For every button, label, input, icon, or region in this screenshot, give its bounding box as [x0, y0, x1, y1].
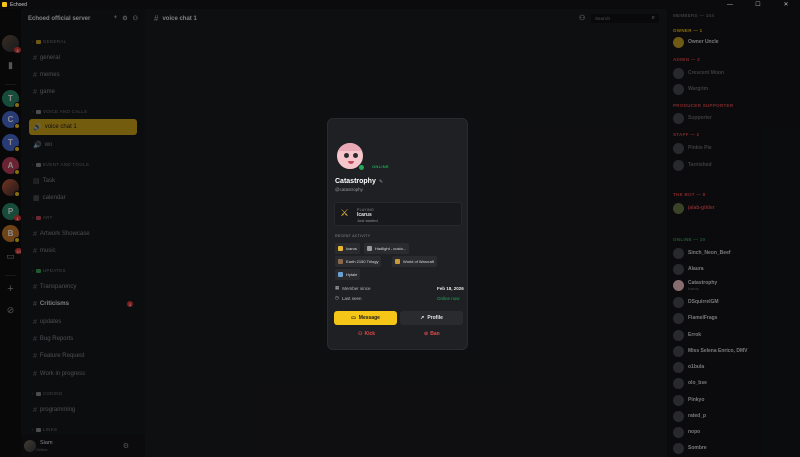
profile-button[interactable]: ↗ Profile	[400, 311, 463, 325]
online-status-dot	[358, 164, 365, 171]
calendar-icon: ▦	[335, 285, 340, 290]
last-seen-row: ◷ Last seen Online now	[335, 295, 460, 301]
ban-button[interactable]: ⊘ Ban	[424, 331, 440, 337]
recent-activity-label: RECENT ACTIVITY	[335, 234, 371, 238]
maximize-button[interactable]: ☐	[744, 0, 772, 9]
close-button[interactable]: ✕	[772, 0, 800, 9]
clock-icon: ◷	[335, 295, 339, 300]
game-icon: ⚔	[340, 208, 349, 219]
game-time: Just started	[357, 218, 378, 223]
recent-activity-chip[interactable]: Hytale	[335, 269, 361, 280]
recent-activity-chip[interactable]: Earth 2150 Trilogy	[335, 256, 382, 267]
app-logo-icon	[2, 2, 7, 7]
message-button[interactable]: ▭ Message	[334, 311, 397, 325]
recent-activity-chip[interactable]: Hadlight - custo...	[364, 243, 410, 254]
minimize-button[interactable]: —	[716, 0, 744, 9]
edit-icon[interactable]: ✎	[379, 179, 383, 185]
window-title: Echoed	[10, 1, 27, 8]
kick-button[interactable]: ⚇ Kick	[358, 331, 375, 337]
status-label: ONLINE	[372, 164, 389, 169]
external-link-icon: ↗	[420, 315, 425, 321]
ban-icon: ⊘	[424, 331, 429, 337]
profile-handle: @catastrophy	[335, 187, 363, 192]
kick-icon: ⚇	[358, 331, 363, 337]
title-bar: Echoed — ☐ ✕	[0, 0, 800, 9]
profile-card: ONLINE Catastrophy ✎ @catastrophy ⚔ PLAYI…	[327, 118, 468, 350]
message-icon: ▭	[351, 315, 356, 321]
recent-activity-chip[interactable]: World of Warcraft	[392, 256, 437, 267]
profile-display-name: Catastrophy ✎	[335, 178, 384, 185]
member-since-row: ▦ Member since Feb 18, 2026	[335, 285, 464, 291]
now-playing-card: ⚔ PLAYING Icarus Just started	[334, 202, 462, 226]
recent-activity-chip[interactable]: Icarus	[335, 243, 360, 254]
